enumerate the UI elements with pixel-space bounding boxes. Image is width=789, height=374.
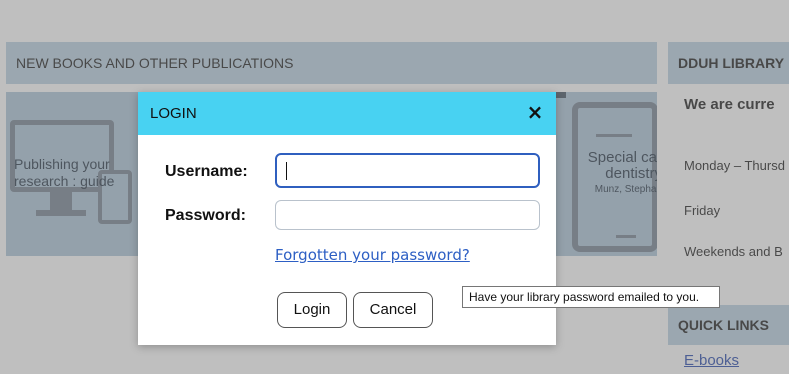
forgot-password-tooltip: Have your library password emailed to yo… (462, 286, 720, 308)
username-label: Username: (165, 163, 248, 180)
login-button[interactable]: Login (277, 292, 347, 328)
dialog-header: LOGIN × (138, 92, 556, 135)
forgot-password-link[interactable]: Forgotten your password? (275, 246, 470, 264)
password-label: Password: (165, 207, 246, 224)
close-icon[interactable]: × (524, 101, 546, 123)
text-caret (286, 162, 287, 180)
library-page: NEW BOOKS AND OTHER PUBLICATIONS Publish… (0, 0, 789, 374)
cancel-button[interactable]: Cancel (353, 292, 433, 328)
dialog-title: LOGIN (150, 105, 197, 122)
password-input[interactable] (275, 200, 540, 230)
username-input[interactable] (275, 153, 540, 188)
